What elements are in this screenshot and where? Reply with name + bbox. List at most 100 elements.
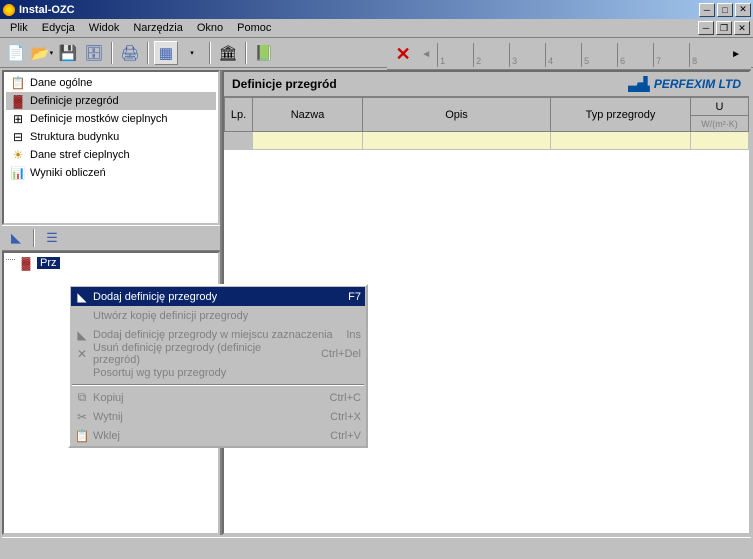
nav-struktura-budynku[interactable]: ⊟ Struktura budynku <box>6 128 216 146</box>
cm-shortcut: Ctrl+V <box>318 430 361 442</box>
grid-button[interactable]: ▦ <box>154 41 178 65</box>
nav-definicje-mostkow[interactable]: ⊞ Definicje mostków cieplnych <box>6 110 216 128</box>
cm-copy-definition: Utwórz kopię definicji przegrody <box>71 306 365 325</box>
cm-label: Usuń definicję przegrody (definicje prze… <box>91 342 309 366</box>
cm-label: Utwórz kopię definicji przegrody <box>91 310 361 322</box>
copy-icon: ⧉ <box>73 390 91 405</box>
partition-icon: ▓ <box>18 256 34 270</box>
tab-strip: ✕ ◄ 1 2 3 4 5 6 7 8 ► <box>387 40 751 70</box>
cm-label: Kopiuj <box>91 392 318 404</box>
cell-u[interactable] <box>691 132 749 150</box>
col-u[interactable]: U <box>691 98 749 116</box>
content-header: Definicje przegród PERFEXIM LTD <box>224 72 749 97</box>
thermal-icon: ☀ <box>10 148 26 162</box>
mdi-restore-button[interactable]: ❐ <box>716 21 732 35</box>
col-u-unit: W/(m²·K) <box>691 116 749 132</box>
save-all-button[interactable]: 🗄 <box>82 41 106 65</box>
col-nazwa[interactable]: Nazwa <box>253 98 363 132</box>
menu-narzedzia[interactable]: Narzędzia <box>126 20 190 36</box>
tree-node[interactable]: ▓ Prz <box>6 255 216 271</box>
row-header-cell[interactable] <box>225 132 253 150</box>
cm-sort: Posortuj wg typu przegrody <box>71 363 365 382</box>
tab-6[interactable]: 6 <box>617 43 653 67</box>
sidebar-toolbar: ◣ ☰ <box>2 225 220 251</box>
nav-dane-ogolne[interactable]: 📋 Dane ogólne <box>6 74 216 92</box>
menubar: Plik Edycja Widok Narzędzia Okno Pomoc ─… <box>0 19 753 38</box>
list-icon: ☰ <box>46 230 58 246</box>
nav-label: Definicje mostków cieplnych <box>30 113 168 125</box>
statusbar <box>2 537 751 557</box>
app-icon <box>2 3 16 17</box>
mdi-minimize-button[interactable]: ─ <box>698 21 714 35</box>
structure-icon: ⊟ <box>10 130 26 144</box>
open-button[interactable]: 📂▾ <box>30 41 54 65</box>
cm-shortcut: F7 <box>336 291 361 303</box>
save-icon: 💾 <box>59 44 78 62</box>
tree-node-label: Prz <box>37 257 60 269</box>
nav-definicje-przegrod[interactable]: ▓ Definicje przegród <box>6 92 216 110</box>
book-button[interactable]: 📗 <box>252 41 276 65</box>
nav-label: Definicje przegród <box>30 95 119 107</box>
tab-4[interactable]: 4 <box>545 43 581 67</box>
grid-dropdown-button[interactable]: ▾ <box>180 41 204 65</box>
print-button[interactable]: 🖨 <box>118 41 142 65</box>
building-icon: 🏛 <box>218 44 237 62</box>
maximize-button[interactable]: □ <box>717 3 733 17</box>
print-icon: 🖨 <box>120 44 139 62</box>
save-button[interactable]: 💾 <box>56 41 80 65</box>
cell-nazwa[interactable] <box>253 132 363 150</box>
tree-tool-2[interactable]: ☰ <box>42 228 62 248</box>
cm-paste: 📋 Wklej Ctrl+V <box>71 426 365 445</box>
window-title: Instal-OZC <box>19 4 75 16</box>
menu-widok[interactable]: Widok <box>82 20 127 36</box>
nav-tree: 📋 Dane ogólne ▓ Definicje przegród ⊞ Def… <box>2 70 220 225</box>
prev-tab-button[interactable]: ◄ <box>415 49 437 60</box>
error-button[interactable]: ✕ <box>391 43 415 67</box>
tree-tool-1[interactable]: ◣ <box>6 228 26 248</box>
table-row[interactable] <box>225 132 749 150</box>
nav-label: Wyniki obliczeń <box>30 167 106 179</box>
new-button[interactable]: 📄 <box>4 41 28 65</box>
add-icon: ◣ <box>73 290 91 304</box>
menu-separator <box>72 384 364 386</box>
mdi-close-button[interactable]: ✕ <box>734 21 750 35</box>
nav-label: Dane stref cieplnych <box>30 149 130 161</box>
building-button[interactable]: 🏛 <box>216 41 240 65</box>
tab-8[interactable]: 8 <box>689 43 725 67</box>
minimize-button[interactable]: ─ <box>699 3 715 17</box>
menu-plik[interactable]: Plik <box>3 20 35 36</box>
col-typ[interactable]: Typ przegrody <box>551 98 691 132</box>
cm-delete-definition: ✕ Usuń definicję przegrody (definicje pr… <box>71 344 365 363</box>
partition-icon: ▓ <box>10 94 26 108</box>
nav-dane-stref[interactable]: ☀ Dane stref cieplnych <box>6 146 216 164</box>
nav-label: Struktura budynku <box>30 131 119 143</box>
close-button[interactable]: ✕ <box>735 3 751 17</box>
stairs-icon: ◣ <box>11 230 21 246</box>
paste-icon: 📋 <box>73 429 91 443</box>
tab-2[interactable]: 2 <box>473 43 509 67</box>
cell-typ[interactable] <box>551 132 691 150</box>
menu-okno[interactable]: Okno <box>190 20 230 36</box>
document-icon: 📋 <box>10 76 26 90</box>
tab-3[interactable]: 3 <box>509 43 545 67</box>
cm-cut: ✂ Wytnij Ctrl+X <box>71 407 365 426</box>
col-lp[interactable]: Lp. <box>225 98 253 132</box>
cm-label: Wklej <box>91 430 318 442</box>
content-title: Definicje przegród <box>232 77 337 91</box>
next-tab-button[interactable]: ► <box>725 49 747 60</box>
error-x-icon: ✕ <box>396 44 411 65</box>
tab-1[interactable]: 1 <box>437 43 473 67</box>
menu-pomoc[interactable]: Pomoc <box>230 20 278 36</box>
tab-7[interactable]: 7 <box>653 43 689 67</box>
nav-wyniki-obliczen[interactable]: 📊 Wyniki obliczeń <box>6 164 216 182</box>
cm-add-definition[interactable]: ◣ Dodaj definicję przegrody F7 <box>71 287 365 306</box>
cm-label: Posortuj wg typu przegrody <box>91 367 361 379</box>
col-opis[interactable]: Opis <box>363 98 551 132</box>
nav-label: Dane ogólne <box>30 77 92 89</box>
cm-label: Dodaj definicję przegrody w miejscu zazn… <box>91 329 334 341</box>
cell-opis[interactable] <box>363 132 551 150</box>
tab-5[interactable]: 5 <box>581 43 617 67</box>
brand-icon <box>628 76 650 92</box>
results-icon: 📊 <box>10 166 26 180</box>
menu-edycja[interactable]: Edycja <box>35 20 82 36</box>
